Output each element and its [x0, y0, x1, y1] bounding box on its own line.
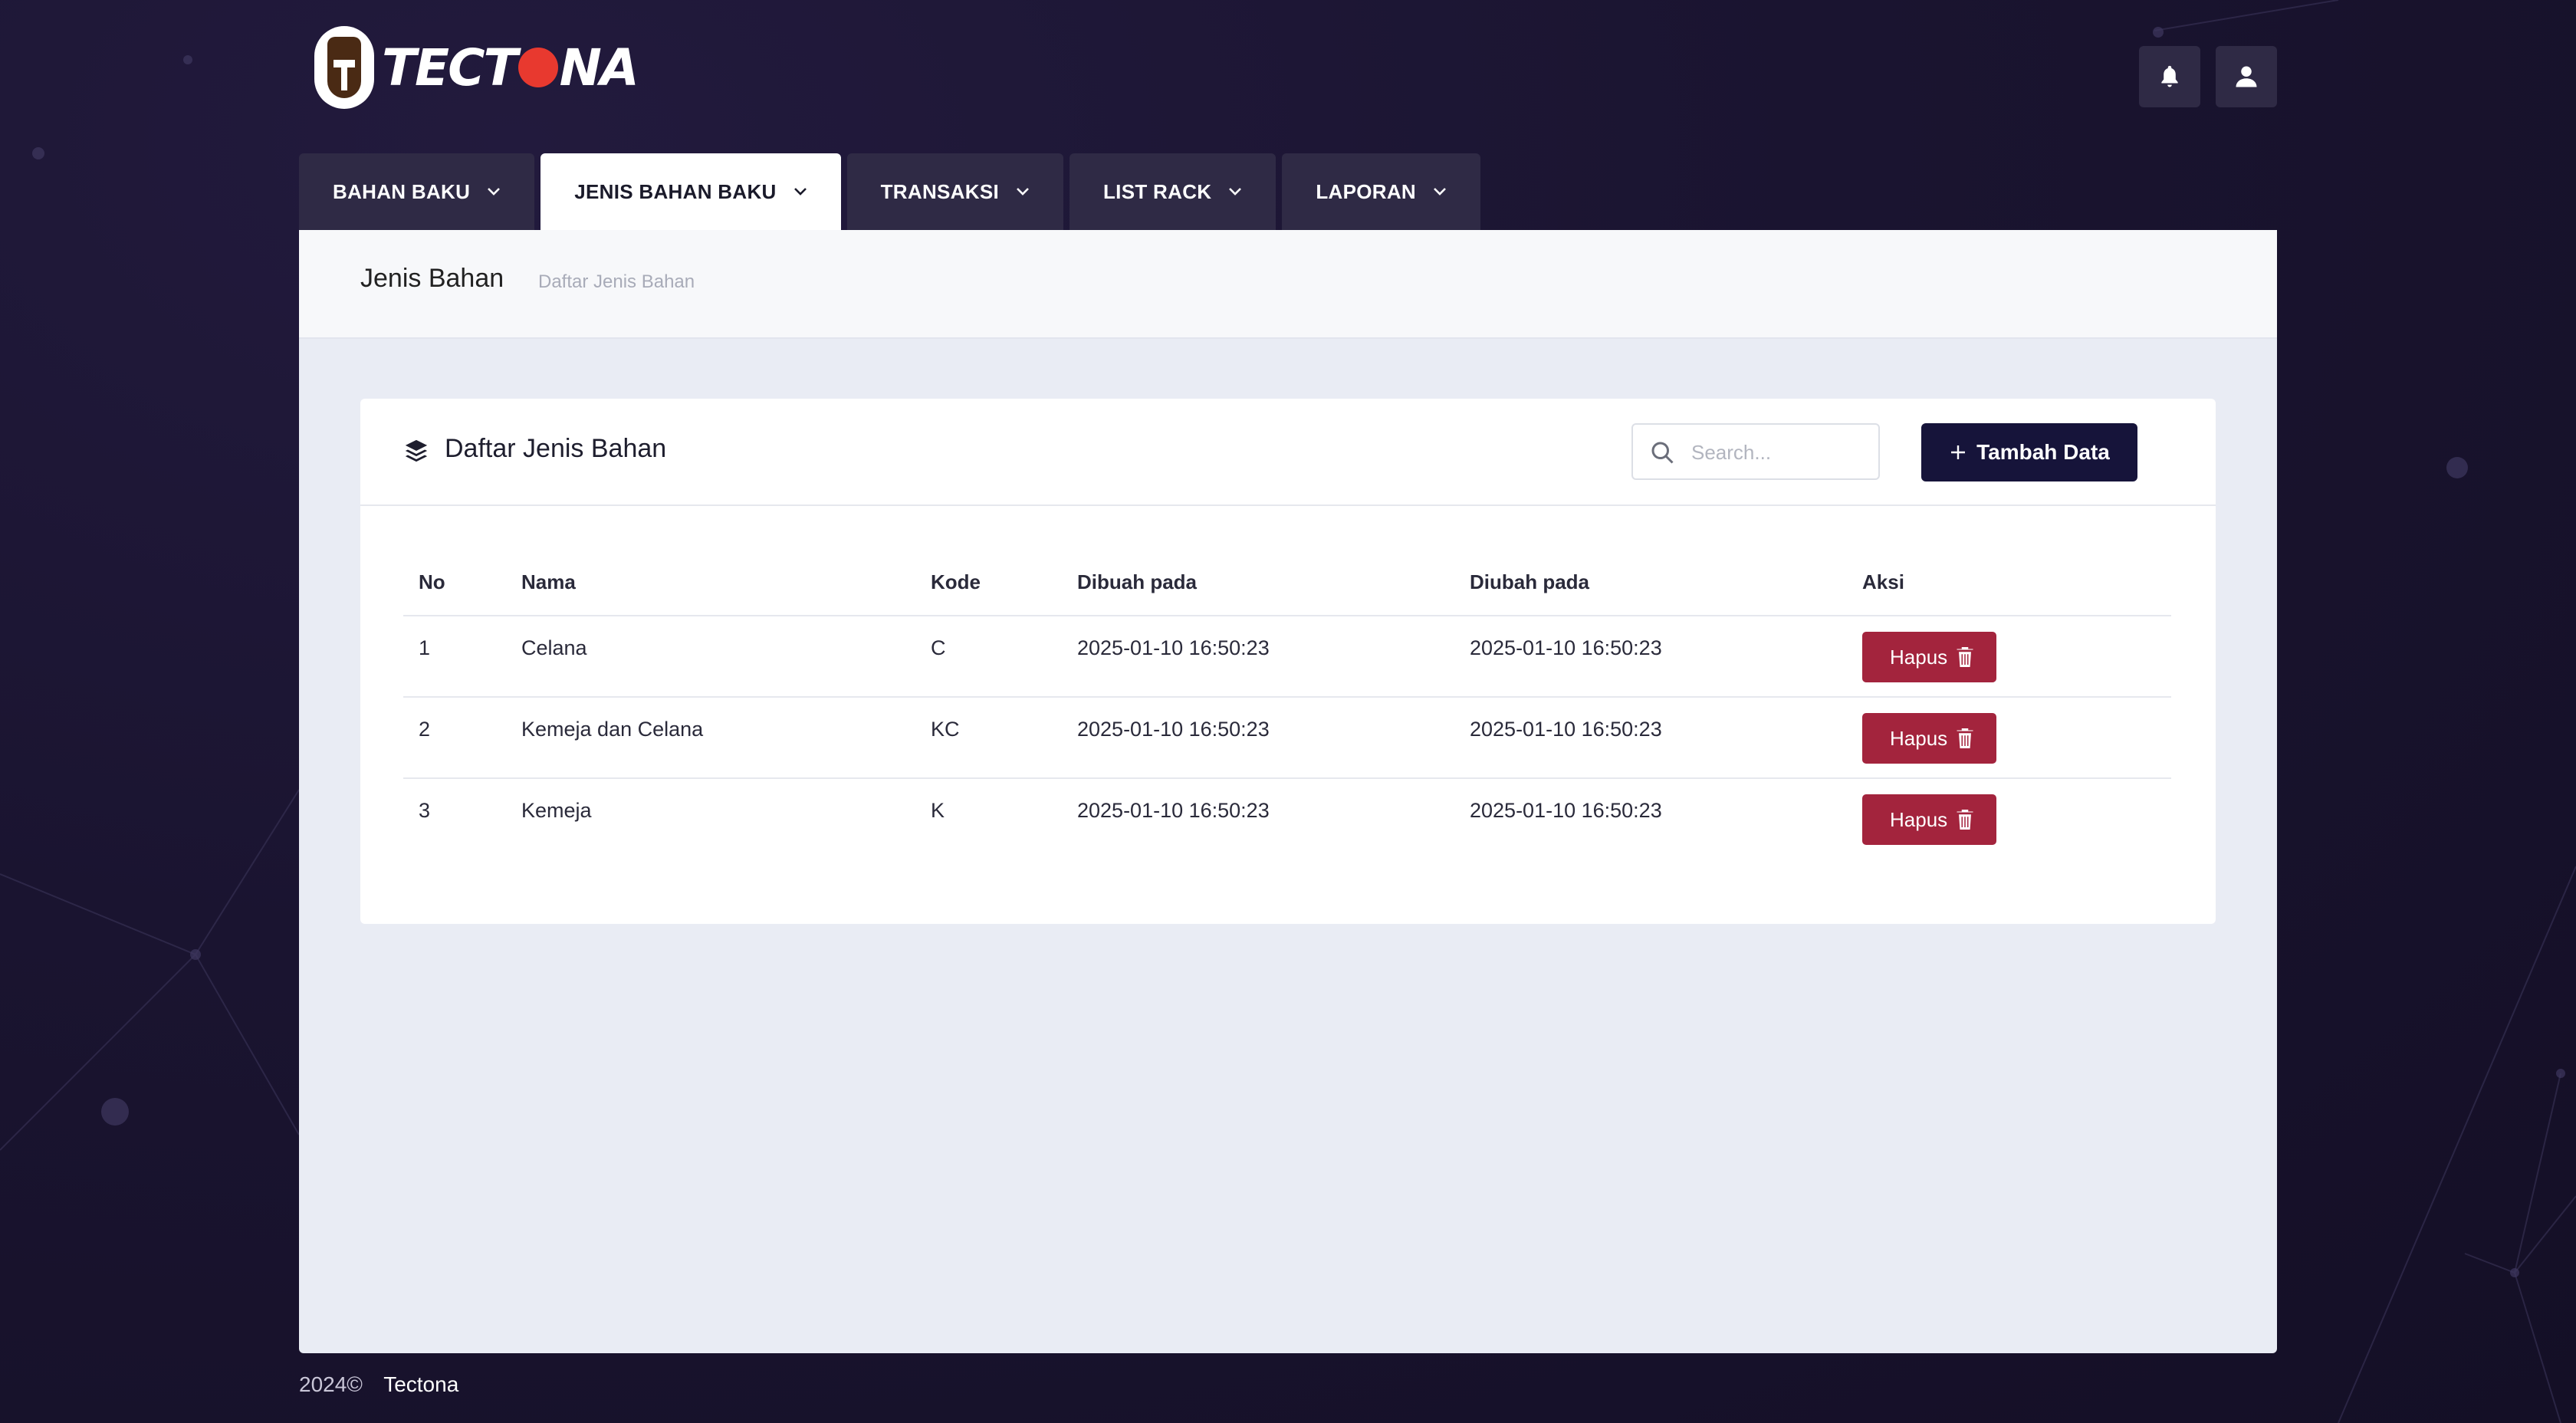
tab-transaksi[interactable]: TRANSAKSI — [846, 153, 1063, 230]
jenis-bahan-card: Daftar Jenis Bahan Tambah Data No — [360, 399, 2216, 924]
card-header: Daftar Jenis Bahan Tambah Data — [360, 399, 2216, 506]
footer: 2024© Tectona — [299, 1372, 458, 1397]
hapus-label: Hapus — [1890, 807, 1948, 831]
plus-icon — [1951, 445, 1966, 459]
user-menu-button[interactable] — [2216, 46, 2277, 107]
search-icon — [1651, 442, 1674, 464]
trash-icon — [1956, 808, 1975, 831]
table-row: 3 Kemeja K 2025-01-10 16:50:23 2025-01-1… — [403, 778, 2171, 859]
tab-label: LIST RACK — [1102, 179, 1212, 203]
user-icon — [2236, 66, 2257, 87]
tab-jenis-bahan-baku[interactable]: JENIS BAHAN BAKU — [540, 153, 841, 230]
logo-mark-icon — [314, 26, 374, 109]
column-header-diubah: Diubah pada — [1454, 549, 1847, 616]
cell-dibuat: 2025-01-10 16:50:23 — [1062, 616, 1454, 698]
column-header-no: No — [403, 549, 506, 616]
hapus-label: Hapus — [1890, 645, 1948, 669]
search-input[interactable] — [1690, 435, 1869, 469]
column-header-aksi: Aksi — [1847, 549, 2171, 616]
hapus-label: Hapus — [1890, 726, 1948, 750]
cell-aksi: Hapus — [1847, 778, 2171, 859]
tectona-logo[interactable]: TECT NA — [314, 25, 639, 110]
notification-button[interactable] — [2139, 46, 2200, 107]
cell-no: 2 — [403, 697, 506, 779]
column-header-kode: Kode — [915, 549, 1062, 616]
cell-nama: Celana — [506, 616, 915, 698]
cell-dibuat: 2025-01-10 16:50:23 — [1077, 799, 1270, 822]
layers-icon — [405, 439, 428, 462]
cell-aksi: Hapus — [1847, 616, 2171, 698]
tab-laporan[interactable]: LAPORAN — [1282, 153, 1480, 230]
cell-diubah: 2025-01-10 16:50:23 — [1470, 799, 1662, 822]
trash-icon — [1956, 646, 1975, 669]
column-header-dibuat: Dibuah pada — [1062, 549, 1454, 616]
hapus-button[interactable]: Hapus — [1862, 713, 1997, 764]
tab-label: TRANSAKSI — [880, 179, 999, 203]
chevron-down-icon — [1017, 188, 1029, 196]
footer-year: 2024© — [299, 1372, 363, 1396]
cell-nama: Kemeja dan Celana — [506, 697, 915, 779]
jenis-bahan-table: No Nama Kode Dibuah pada Diubah pada Aks… — [403, 549, 2171, 859]
chevron-down-icon — [1229, 188, 1242, 196]
tab-label: LAPORAN — [1316, 179, 1416, 203]
chevron-down-icon — [1434, 188, 1446, 196]
bell-icon — [2161, 65, 2178, 87]
footer-brand: Tectona — [383, 1372, 459, 1396]
cell-no: 3 — [419, 799, 431, 822]
breadcrumb: Jenis Bahan Daftar Jenis Bahan — [299, 230, 2277, 339]
hapus-button[interactable]: Hapus — [1862, 632, 1997, 682]
card-title: Daftar Jenis Bahan — [445, 434, 667, 463]
tab-list-rack[interactable]: LIST RACK — [1069, 153, 1276, 230]
trash-icon — [1956, 727, 1975, 750]
tab-bahan-baku[interactable]: BAHAN BAKU — [299, 153, 535, 230]
table-row: 2 Kemeja dan Celana KC 2025-01-10 16:50:… — [403, 697, 2171, 779]
cell-nama: Kemeja — [521, 799, 592, 822]
hapus-button[interactable]: Hapus — [1862, 794, 1997, 845]
content-panel: Jenis Bahan Daftar Jenis Bahan Daftar Je… — [299, 230, 2277, 1353]
search-box[interactable] — [1631, 423, 1880, 480]
tab-label: BAHAN BAKU — [333, 179, 471, 203]
cell-kode: KC — [915, 697, 1062, 779]
tambah-data-button[interactable]: Tambah Data — [1921, 423, 2137, 481]
tab-label: JENIS BAHAN BAKU — [574, 179, 777, 203]
cell-dibuat: 2025-01-10 16:50:23 — [1062, 697, 1454, 779]
cell-diubah: 2025-01-10 16:50:23 — [1454, 616, 1847, 698]
cell-diubah: 2025-01-10 16:50:23 — [1454, 697, 1847, 779]
chevron-down-icon — [488, 188, 501, 196]
cell-kode: K — [931, 799, 945, 822]
main-nav-tabs: BAHAN BAKU JENIS BAHAN BAKU TRANSAKSI LI… — [299, 153, 1480, 230]
chevron-down-icon — [794, 188, 807, 196]
cell-aksi: Hapus — [1847, 697, 2171, 779]
cell-kode: C — [915, 616, 1062, 698]
cell-no: 1 — [403, 616, 506, 698]
logo-wordmark: TECT NA — [382, 38, 639, 97]
table-header-row: No Nama Kode Dibuah pada Diubah pada Aks… — [403, 549, 2171, 616]
table-row: 1 Celana C 2025-01-10 16:50:23 2025-01-1… — [403, 616, 2171, 698]
column-header-nama: Nama — [506, 549, 915, 616]
tambah-data-label: Tambah Data — [1976, 440, 2110, 464]
breadcrumb-subtitle: Daftar Jenis Bahan — [538, 271, 695, 292]
page-title: Jenis Bahan — [360, 264, 504, 293]
